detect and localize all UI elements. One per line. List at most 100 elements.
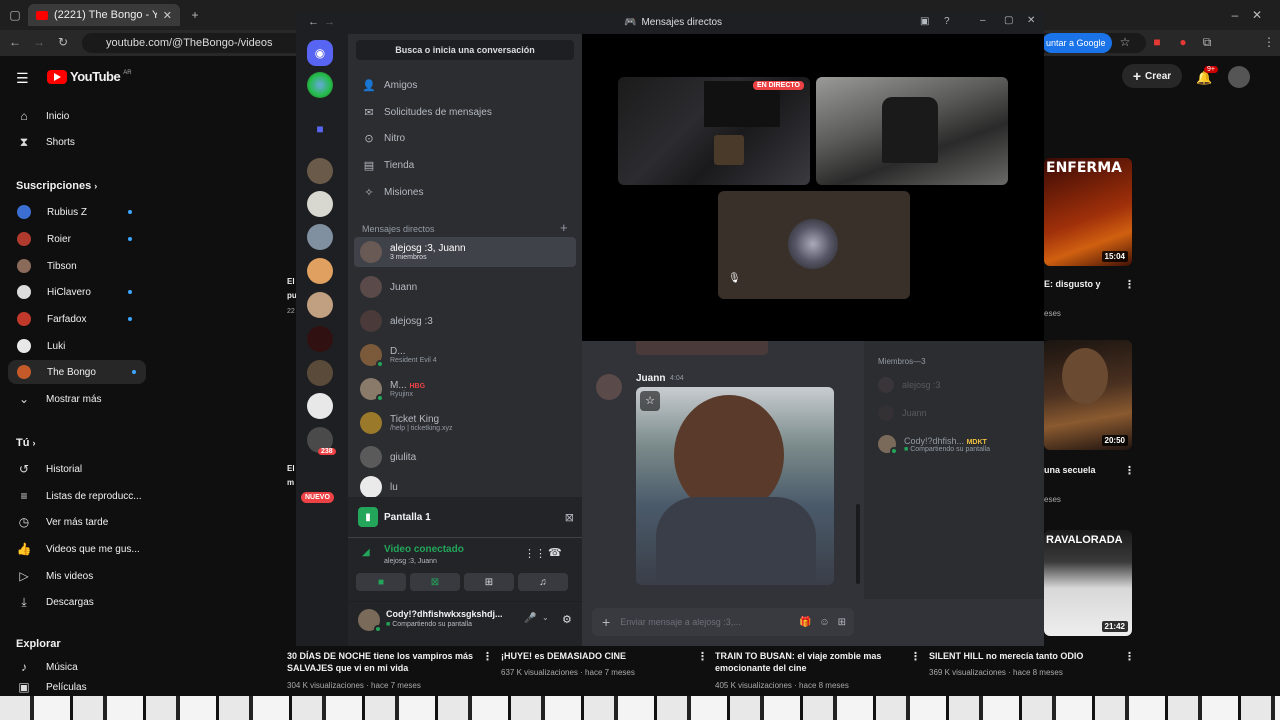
user-name[interactable]: Cody!?dhfishwkxsgkshdj... [386, 609, 510, 619]
nav-nitro[interactable]: ⊙ Nitro [356, 126, 574, 150]
sidebar-item-history[interactable]: ↺ Historial [0, 457, 146, 481]
server-icon[interactable] [307, 258, 333, 284]
dm-item[interactable]: lu [354, 476, 576, 498]
soundboard-button[interactable]: ♫ [518, 573, 568, 591]
video-menu-icon[interactable]: ⋮ [910, 650, 921, 663]
video-title[interactable]: ¡HUYE! es DEMASIADO CINE [501, 650, 691, 662]
chevron-down-icon[interactable]: ⌄ [542, 613, 549, 622]
settings-gear-icon[interactable]: ⚙ [562, 613, 572, 626]
camera-button[interactable]: ■ [356, 573, 406, 591]
message-avatar[interactable] [596, 374, 622, 400]
extension-icon[interactable]: ■ [1150, 35, 1164, 49]
help-icon[interactable]: ? [944, 16, 950, 27]
video-thumbnail[interactable]: 20:50 [1044, 340, 1132, 450]
extensions-puzzle-icon[interactable]: ⧉ [1200, 35, 1214, 49]
sidebar-item-inicio[interactable]: ⌂ Inicio [0, 104, 146, 128]
minimize-icon[interactable]: – [980, 15, 986, 26]
back-icon[interactable]: ← [8, 35, 22, 49]
sidebar-item-sub[interactable]: Tibson [0, 254, 146, 278]
nav-shop[interactable]: ▤ Tienda [356, 153, 574, 177]
sidebar-item-music[interactable]: ♪ Música [0, 655, 146, 679]
sidebar-item-sub[interactable]: Rubius Z [0, 200, 146, 224]
server-icon[interactable] [307, 326, 333, 352]
member-item[interactable]: Juann [878, 402, 1038, 424]
new-tab-icon[interactable]: + [188, 8, 202, 22]
minimize-window-icon[interactable]: – [1228, 8, 1242, 22]
sidebar-item-sub[interactable]: Roier [0, 227, 146, 251]
dm-item[interactable]: D... Resident Evil 4 [354, 340, 576, 370]
bookmark-star-icon[interactable]: ☆ [1118, 35, 1132, 49]
noise-suppression-icon[interactable]: ⋮⋮ [524, 547, 546, 560]
new-badge[interactable]: NUEVO [301, 492, 334, 503]
video-menu-icon[interactable]: ⋮ [1124, 650, 1135, 663]
server-icon[interactable] [307, 191, 333, 217]
show-more-button[interactable]: ⌄ Mostrar más [0, 387, 146, 411]
sidebar-item-sub[interactable]: Farfadox [0, 307, 146, 331]
activities-button[interactable]: ⊞ [464, 573, 514, 591]
video-thumbnail[interactable]: ENFERMA 15:04 [1044, 158, 1132, 266]
close-tab-icon[interactable]: ✕ [163, 9, 172, 22]
video-title[interactable]: SILENT HILL no merecía tanto ODIO [929, 650, 1119, 662]
sidebar-item-shorts[interactable]: ⧗ Shorts [0, 130, 146, 154]
create-button[interactable]: + Crear [1122, 64, 1182, 88]
account-avatar[interactable] [1228, 66, 1250, 88]
video-title[interactable]: E: disgusto y [1044, 278, 1101, 290]
sidebar-item-playlists[interactable]: ≡ Listas de reproducc... [0, 484, 146, 508]
maximize-icon[interactable]: ▢ [1004, 15, 1013, 26]
search-conversation-button[interactable]: Busca o inicia una conversación [356, 40, 574, 60]
forward-icon[interactable]: → [324, 16, 335, 28]
chat-scrollbar[interactable] [856, 504, 860, 584]
message-input[interactable]: + Enviar mensaje a alejosg :3,... 🎁 ☺ ⊞ [592, 608, 854, 636]
dm-item[interactable]: alejosg :3 [354, 306, 576, 336]
sidebar-item-downloads[interactable]: ⤓ Descargas [0, 590, 146, 614]
message-author[interactable]: Juann [636, 373, 665, 384]
server-icon[interactable] [307, 360, 333, 386]
member-item[interactable]: Cody!?dhfish... MDKT ■ Compartiendo su p… [878, 430, 1044, 458]
youtube-logo[interactable]: YouTube AR [47, 69, 132, 84]
video-thumbnail[interactable]: RAVALORADA 21:42 [1044, 530, 1132, 636]
attach-plus-icon[interactable]: + [602, 614, 610, 630]
member-item[interactable]: alejosg :3 [878, 374, 1038, 396]
screen-share-preview[interactable]: ▮ Pantalla 1 ⊠ [358, 503, 574, 531]
video-menu-icon[interactable]: ⋮ [697, 650, 708, 663]
dm-item[interactable]: Ticket King/help | ticketking.xyz [354, 408, 576, 438]
voice-channel[interactable]: alejosg :3, Juann [384, 558, 437, 565]
sidebar-item-sub[interactable]: HiClavero [0, 280, 146, 304]
apps-icon[interactable]: ⊞ [838, 617, 846, 628]
server-icon[interactable] [307, 292, 333, 318]
screen-share-button[interactable]: ⊠ [410, 573, 460, 591]
home-dm-icon[interactable]: ◉ [307, 40, 333, 66]
tab-search-icon[interactable]: ▢ [8, 8, 22, 22]
hamburger-menu-icon[interactable]: ☰ [16, 70, 29, 87]
server-icon[interactable] [307, 393, 333, 419]
nav-quests[interactable]: ✧ Misiones [356, 180, 574, 204]
user-avatar[interactable] [358, 609, 382, 633]
subscriptions-header[interactable]: Suscripciones › [16, 180, 97, 192]
camera-tile[interactable] [816, 77, 1008, 185]
dm-item[interactable]: Juann [354, 272, 576, 302]
disconnect-icon[interactable]: ☎ [548, 546, 562, 559]
stop-stream-icon[interactable]: ⊠ [565, 511, 574, 524]
gift-icon[interactable]: 🎁 [799, 617, 811, 628]
participant-tile[interactable]: 🎙 [718, 191, 910, 299]
server-icon[interactable] [307, 158, 333, 184]
video-menu-icon[interactable]: ⋮ [1124, 278, 1135, 291]
close-icon[interactable]: ✕ [1027, 15, 1035, 26]
video-menu-icon[interactable]: ⋮ [1124, 464, 1135, 477]
extension-icon[interactable]: ● [1176, 35, 1190, 49]
browser-tab[interactable]: (2221) The Bongo - YouTube ✕ [28, 4, 180, 26]
menu-dots-icon[interactable]: ⋮ [1262, 35, 1276, 49]
sidebar-item-sub[interactable]: Luki [0, 334, 146, 358]
server-icon[interactable] [307, 224, 333, 250]
video-title[interactable]: 30 DÍAS DE NOCHE tiene los vampiros más … [287, 650, 475, 674]
folder-icon[interactable]: ■ [307, 116, 333, 142]
close-window-icon[interactable]: ✕ [1250, 8, 1264, 22]
stream-tile[interactable]: EN DIRECTO [618, 77, 810, 185]
video-title[interactable]: una secuela [1044, 464, 1096, 476]
inbox-icon[interactable]: ▣ [920, 16, 929, 27]
you-header[interactable]: Tú › [16, 437, 36, 449]
voice-status[interactable]: Video conectado [384, 544, 464, 555]
sidebar-item-movies[interactable]: ▣ Películas [0, 680, 146, 694]
translate-button[interactable]: untar a Google [1042, 33, 1112, 53]
video-menu-icon[interactable]: ⋮ [482, 650, 493, 663]
